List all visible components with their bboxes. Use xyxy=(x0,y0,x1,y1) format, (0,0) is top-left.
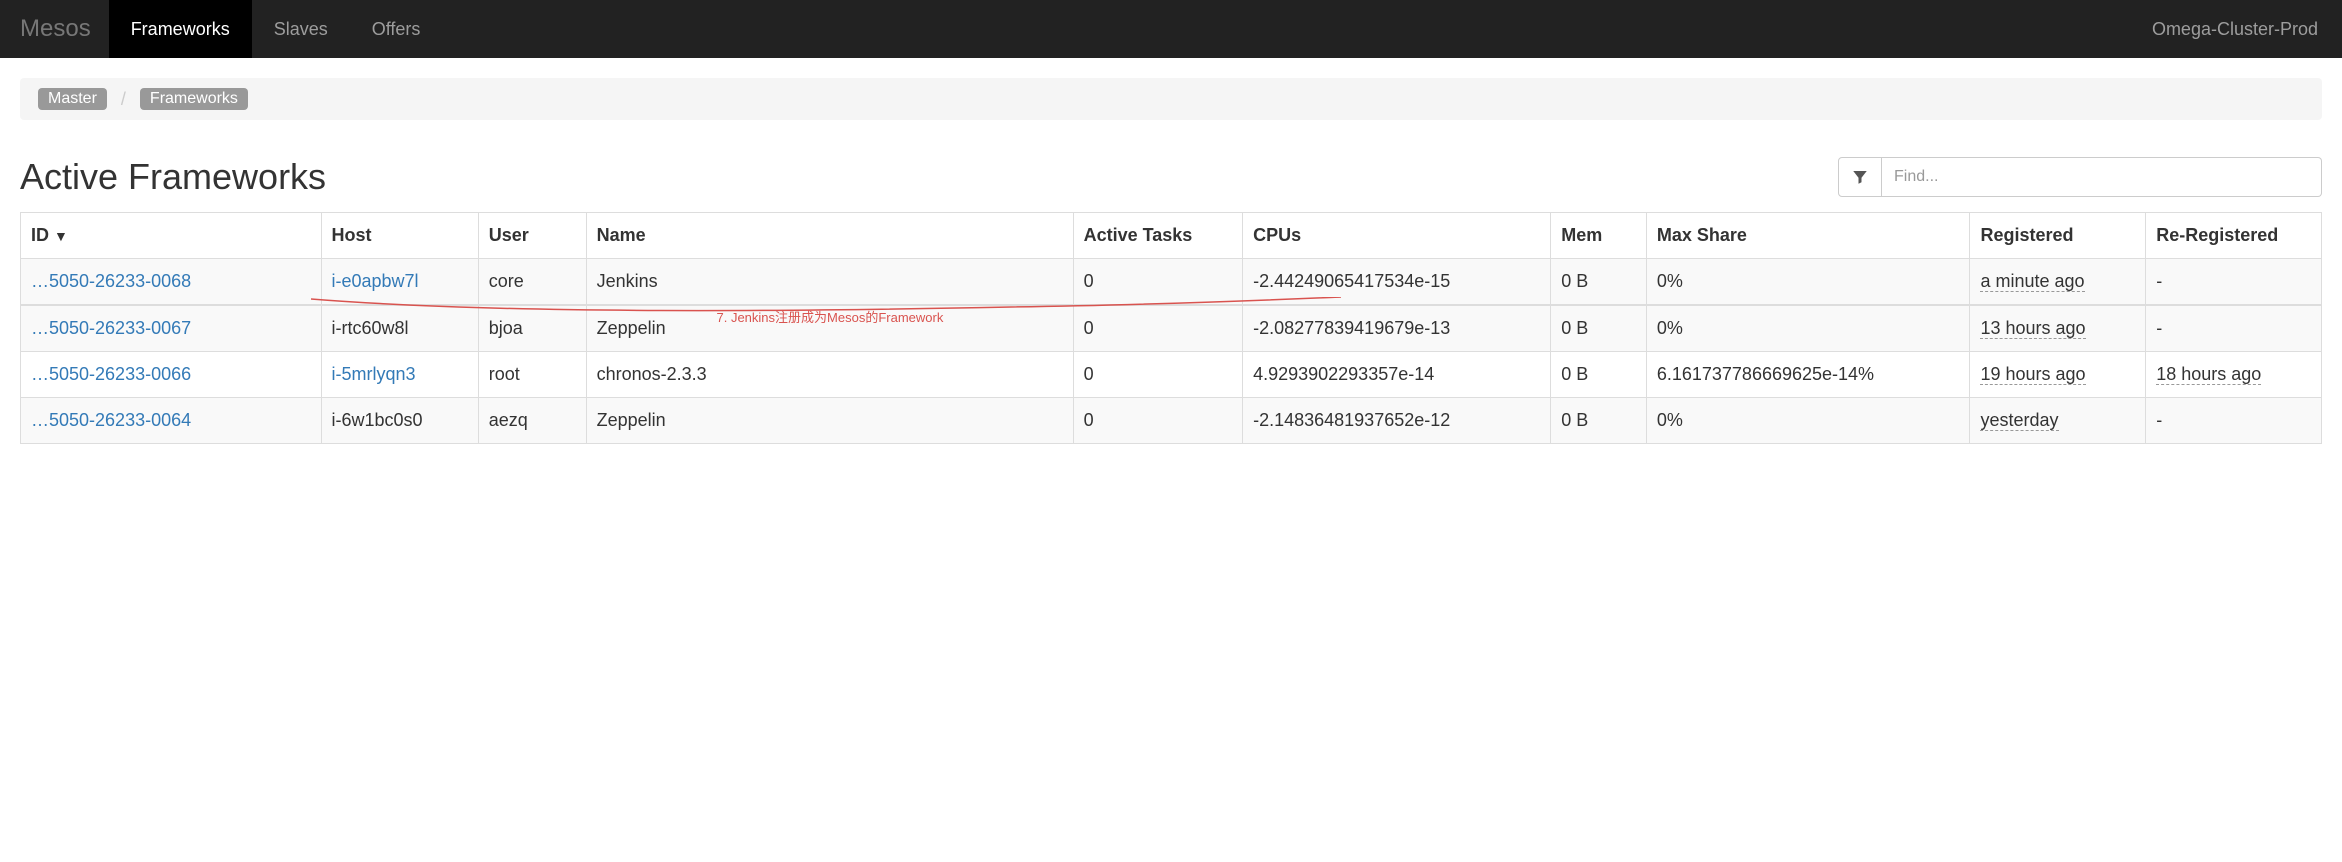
th-name[interactable]: Name xyxy=(586,213,1073,259)
search-group xyxy=(1838,157,2322,197)
framework-id-link[interactable]: …5050-26233-0066 xyxy=(31,364,191,384)
user-cell: aezq xyxy=(478,398,586,444)
active-tasks-cell: 0 xyxy=(1073,306,1243,352)
th-mem[interactable]: Mem xyxy=(1551,213,1647,259)
filter-button[interactable] xyxy=(1838,157,1882,197)
name-cell: Zeppelin xyxy=(586,398,1073,444)
table-row: …5050-26233-0066 i-5mrlyqn3 rootchronos-2.… xyxy=(21,352,2322,398)
search-input[interactable] xyxy=(1882,157,2322,197)
navbar-left: Mesos Frameworks Slaves Offers xyxy=(20,0,442,58)
user-cell: core xyxy=(478,259,586,305)
nav-item-slaves[interactable]: Slaves xyxy=(252,0,350,58)
breadcrumb-sep: / xyxy=(121,89,126,110)
th-re-registered[interactable]: Re-Registered xyxy=(2146,213,2322,259)
name-cell: Jenkins xyxy=(586,259,1073,305)
breadcrumb: Master / Frameworks xyxy=(20,78,2322,120)
user-cell: root xyxy=(478,352,586,398)
re-registered-cell: - xyxy=(2146,306,2322,352)
nav-item-offers[interactable]: Offers xyxy=(350,0,443,58)
name-cell: Zeppelin xyxy=(586,306,1073,352)
registered-cell: 13 hours ago xyxy=(1980,318,2085,339)
registered-cell: 19 hours ago xyxy=(1980,364,2085,385)
th-user[interactable]: User xyxy=(478,213,586,259)
cluster-name: Omega-Cluster-Prod xyxy=(2152,19,2322,40)
filter-icon xyxy=(1851,168,1869,186)
framework-id-link[interactable]: …5050-26233-0067 xyxy=(31,318,191,338)
table-row: …5050-26233-0068 i-e0apbw7l coreJenkins0-2… xyxy=(21,259,2322,305)
table-body: …5050-26233-0068i-e0apbw7lcoreJenkins0-2… xyxy=(21,259,2322,444)
max-share-cell: 6.161737786669625e-14% xyxy=(1646,352,1970,398)
page-title: Active Frameworks xyxy=(20,156,326,198)
re-registered-cell: - xyxy=(2146,259,2322,305)
host-link[interactable]: i-e0apbw7l xyxy=(332,271,419,291)
max-share-cell: 0% xyxy=(1646,259,1970,305)
active-tasks-cell: 0 xyxy=(1073,352,1243,398)
host-text: i-rtc60w8l xyxy=(332,318,409,338)
name-cell: chronos-2.3.3 xyxy=(586,352,1073,398)
th-id[interactable]: ID ▼ xyxy=(21,213,322,259)
cpus-cell: -2.08277839419679e-13 xyxy=(1243,306,1551,352)
framework-id-link[interactable]: …5050-26233-0064 xyxy=(31,410,191,430)
th-registered[interactable]: Registered xyxy=(1970,213,2146,259)
sort-indicator-icon: ▼ xyxy=(54,228,68,244)
mem-cell: 0 B xyxy=(1551,398,1647,444)
th-id-label: ID xyxy=(31,225,49,245)
th-active-tasks[interactable]: Active Tasks xyxy=(1073,213,1243,259)
frameworks-table: ID ▼ Host User Name Active Tasks CPUs Me… xyxy=(20,212,2322,444)
cpus-cell: -2.14836481937652e-12 xyxy=(1243,398,1551,444)
user-cell: bjoa xyxy=(478,306,586,352)
framework-id-link[interactable]: …5050-26233-0068 xyxy=(31,271,191,291)
active-tasks-cell: 0 xyxy=(1073,259,1243,305)
host-link[interactable]: i-5mrlyqn3 xyxy=(332,364,416,384)
breadcrumb-master[interactable]: Master xyxy=(38,88,107,110)
mem-cell: 0 B xyxy=(1551,259,1647,305)
re-registered-cell: 18 hours ago xyxy=(2156,364,2261,385)
mem-cell: 0 B xyxy=(1551,306,1647,352)
top-navbar: Mesos Frameworks Slaves Offers Omega-Clu… xyxy=(0,0,2342,58)
registered-cell: yesterday xyxy=(1980,410,2058,431)
cpus-cell: 4.9293902293357e-14 xyxy=(1243,352,1551,398)
brand[interactable]: Mesos xyxy=(20,15,109,43)
cpus-cell: -2.44249065417534e-15 xyxy=(1243,259,1551,305)
table-header-row: ID ▼ Host User Name Active Tasks CPUs Me… xyxy=(21,213,2322,259)
re-registered-cell: - xyxy=(2146,398,2322,444)
th-host[interactable]: Host xyxy=(321,213,478,259)
breadcrumb-frameworks[interactable]: Frameworks xyxy=(140,88,248,110)
table-row: …5050-26233-0067i-rtc60w8lbjoaZeppelin0-… xyxy=(21,306,2322,352)
max-share-cell: 0% xyxy=(1646,398,1970,444)
mem-cell: 0 B xyxy=(1551,352,1647,398)
registered-cell: a minute ago xyxy=(1980,271,2084,292)
th-cpus[interactable]: CPUs xyxy=(1243,213,1551,259)
active-tasks-cell: 0 xyxy=(1073,398,1243,444)
nav-item-frameworks[interactable]: Frameworks xyxy=(109,0,252,58)
table-row: …5050-26233-0064i-6w1bc0s0aezqZeppelin0-… xyxy=(21,398,2322,444)
th-max-share[interactable]: Max Share xyxy=(1646,213,1970,259)
max-share-cell: 0% xyxy=(1646,306,1970,352)
host-text: i-6w1bc0s0 xyxy=(332,410,423,430)
